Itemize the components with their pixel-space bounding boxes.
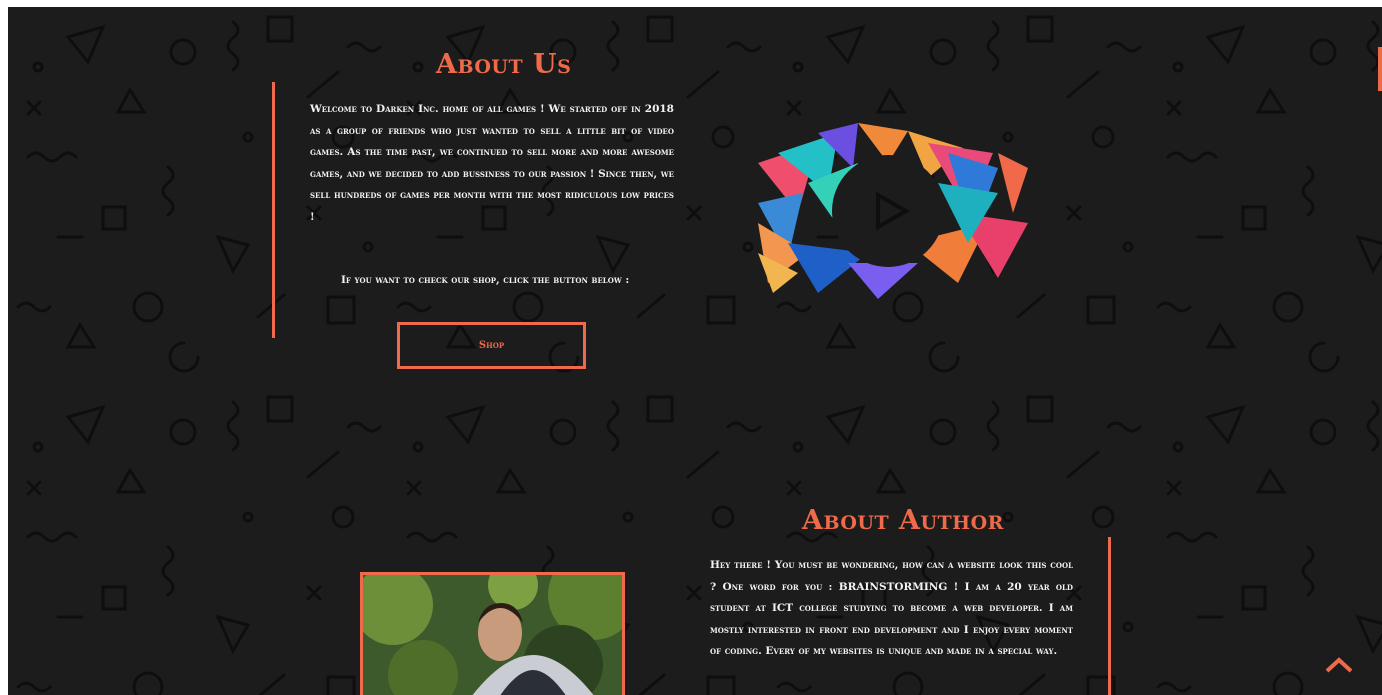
about-author-title: About Author (802, 505, 1004, 536)
about-us-divider (272, 82, 275, 338)
shop-button[interactable]: Shop (397, 322, 586, 369)
side-edge-tab[interactable] (1378, 47, 1382, 91)
about-us-paragraph: Welcome to Darken Inc. home of all games… (310, 103, 674, 223)
shop-prompt-text: If you want to check our shop, click the… (341, 274, 630, 286)
page: About Us Welcome to Darken Inc. home of … (8, 7, 1382, 695)
play-logo-icon (758, 123, 1028, 299)
author-photo (360, 572, 625, 695)
about-us-title: About Us (436, 49, 572, 80)
chevron-up-icon[interactable] (1324, 655, 1354, 675)
about-author-divider (1108, 537, 1111, 695)
about-author-paragraph: Hey there ! You must be wondering, how c… (710, 559, 1073, 658)
background-pattern (8, 7, 1382, 695)
